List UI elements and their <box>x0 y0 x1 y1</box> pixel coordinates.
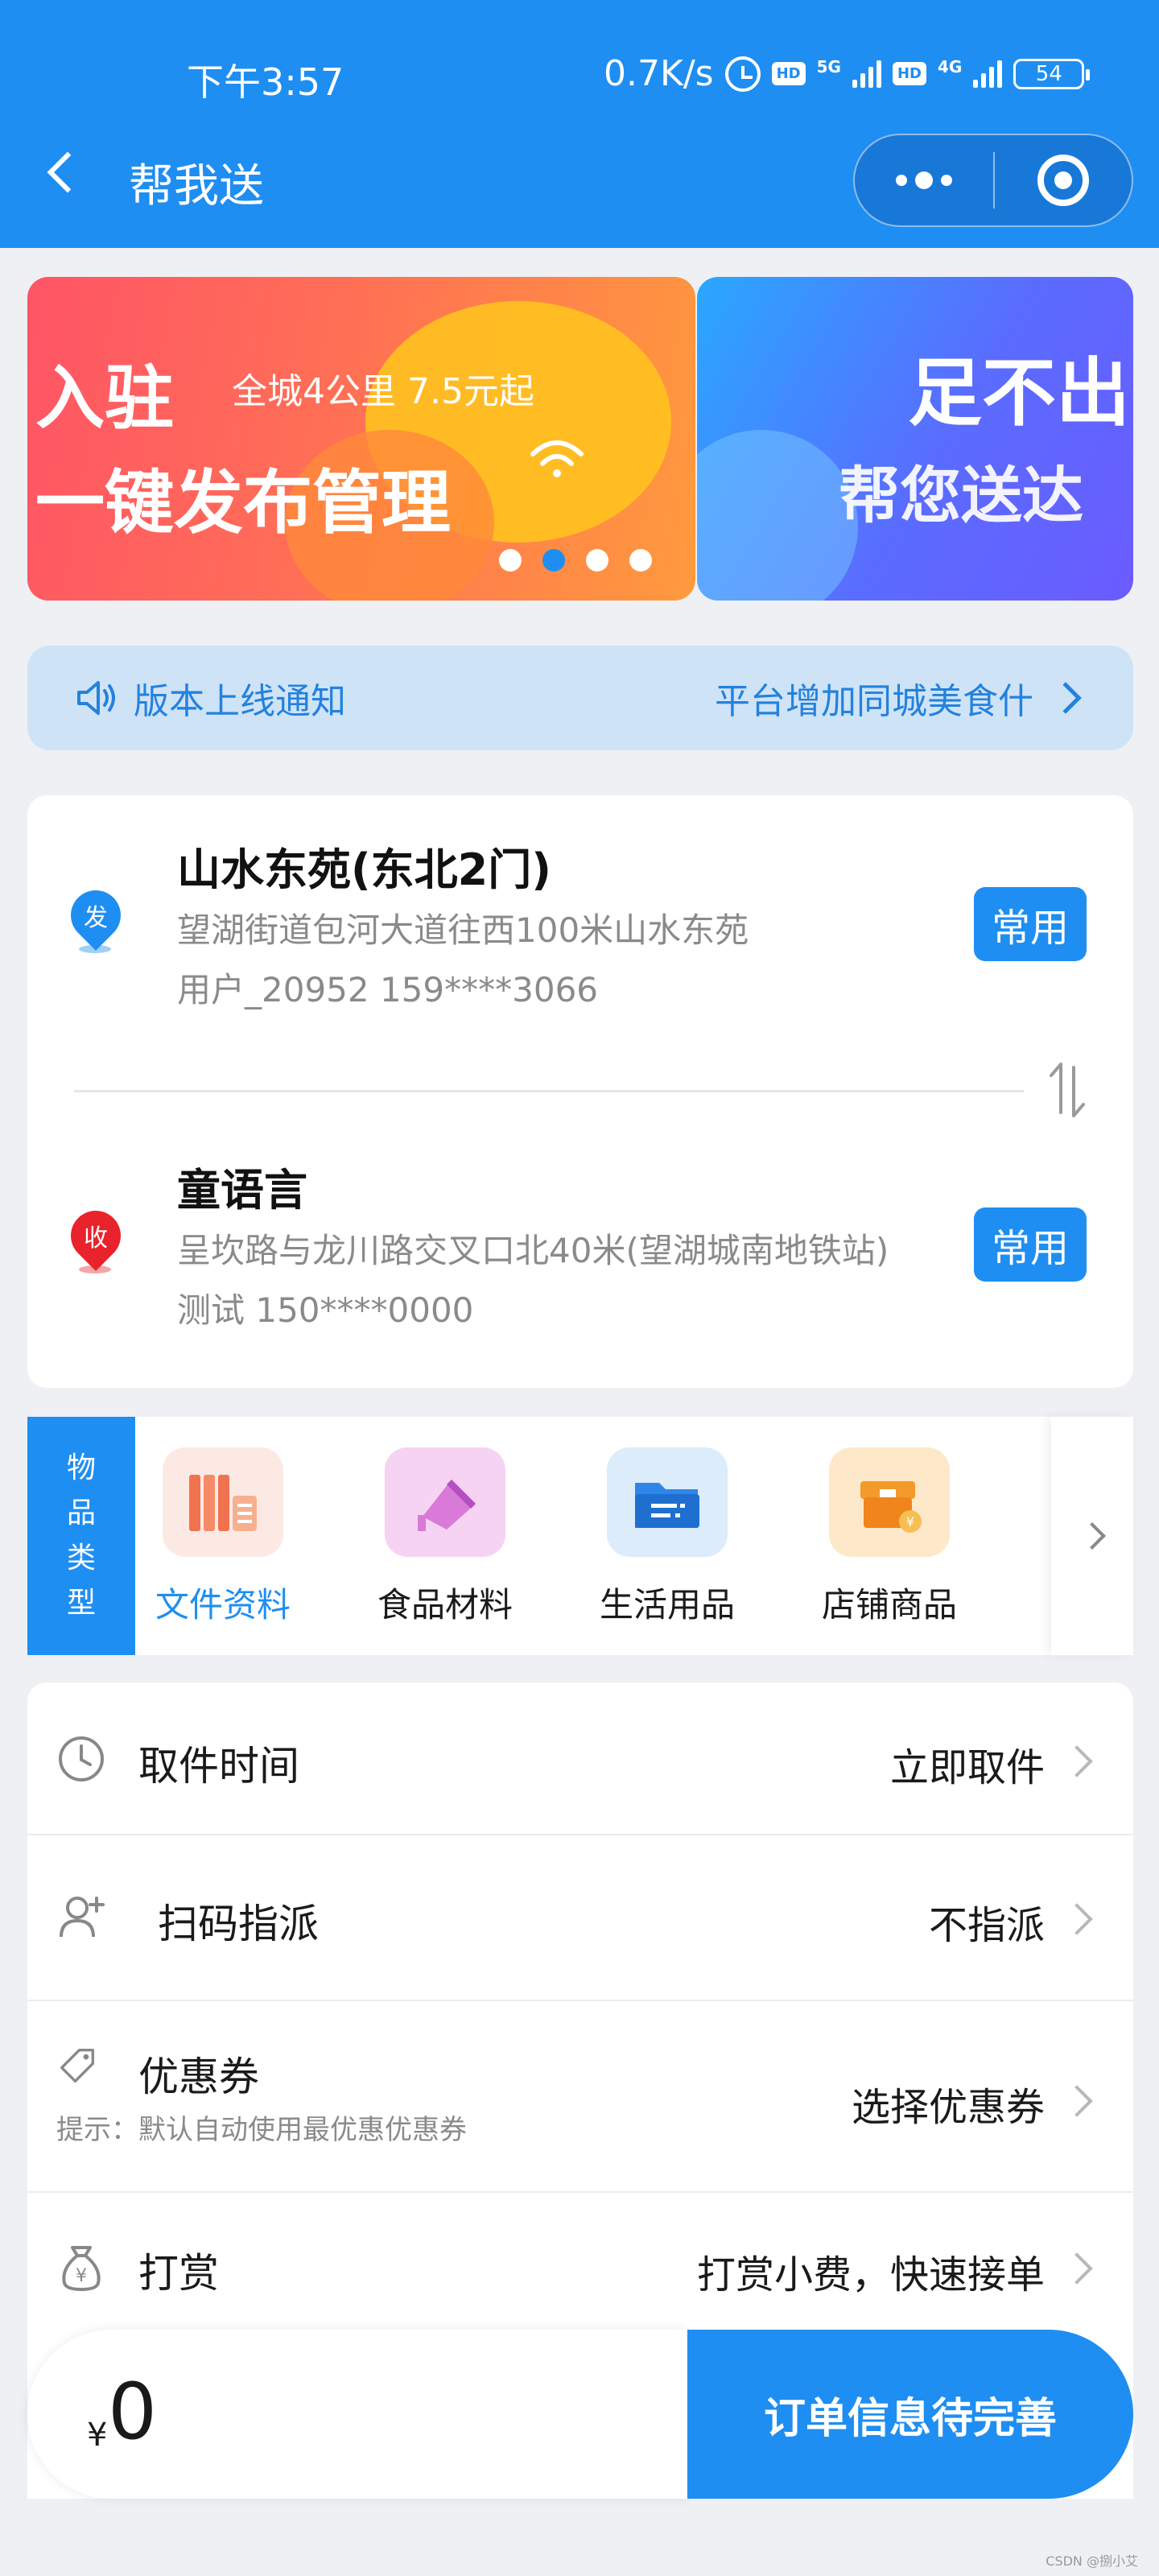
receiver-pin-icon: 收 <box>60 1200 131 1280</box>
back-icon[interactable] <box>47 151 89 193</box>
watermark: CSDN @捌小艾 <box>1046 2553 1138 2569</box>
category-label: 生活用品 <box>600 1585 736 1624</box>
network-type-5g: 5G <box>816 56 841 76</box>
signal-icon <box>852 60 881 88</box>
total-price: 0 <box>108 2367 158 2457</box>
banner-subtitle: 全城4公里 7.5元起 <box>232 371 534 412</box>
tip-value: 打赏小费，快速接单 <box>696 2252 1045 2297</box>
carousel-dot[interactable] <box>629 549 652 572</box>
currency-symbol: ¥ <box>87 2417 108 2454</box>
assign-label: 扫码指派 <box>158 1901 319 1947</box>
divider <box>74 1090 1024 1092</box>
coupon-hint: 提示：默认自动使用最优惠优惠券 <box>56 2114 467 2146</box>
chevron-right-icon <box>1061 2085 1093 2117</box>
category-item-documents[interactable]: 文件资料 <box>155 1447 291 1627</box>
banner-slide-next[interactable]: 足不出 帮您送达 <box>697 277 1133 601</box>
category-label: 店铺商品 <box>822 1585 958 1624</box>
pickup-time-label: 取件时间 <box>138 1743 299 1790</box>
banner-headline: 一键发布管理 <box>35 463 451 543</box>
shop-box-icon: ¥ <box>829 1447 950 1557</box>
pickup-time-row[interactable]: 取件时间 立即取件 <box>27 1682 1133 1835</box>
carousel-dots <box>499 549 652 572</box>
banner-headline: 帮您送达 <box>839 460 1083 531</box>
notice-bar[interactable]: 版本上线通知 平台增加同城美食什 <box>27 646 1133 750</box>
receiver-contact: 测试 150****0000 <box>177 1290 474 1330</box>
banner-title: 足不出 <box>908 350 1131 436</box>
banner-title: 入驻 <box>35 358 174 439</box>
svg-text:¥: ¥ <box>906 1514 914 1530</box>
category-item-food[interactable]: 食品材料 <box>377 1447 513 1627</box>
coupon-row[interactable]: 优惠券 提示：默认自动使用最优惠优惠券 选择优惠券 <box>27 2001 1133 2193</box>
receiver-name: 童语言 <box>177 1165 307 1216</box>
page-title: 帮我送 <box>129 160 264 213</box>
hd-icon: HD <box>892 62 926 85</box>
more-menu-button[interactable] <box>855 135 993 225</box>
books-icon <box>163 1447 283 1557</box>
coupon-label: 优惠券 <box>138 2054 259 2100</box>
sender-contact: 用户_20952 159****3066 <box>177 970 599 1009</box>
chevron-right-icon <box>1079 1522 1106 1550</box>
tip-row[interactable]: ¥ 打赏 打赏小费，快速接单 <box>27 2193 1133 2347</box>
notice-text-secondary: 平台增加同城美食什 <box>715 681 1033 722</box>
category-item-shop[interactable]: ¥ 店铺商品 <box>822 1447 957 1627</box>
tip-label: 打赏 <box>138 2250 219 2297</box>
receiver-common-address-button[interactable]: 常用 <box>974 1208 1087 1282</box>
speaker-icon <box>77 681 115 715</box>
hd-icon: HD <box>771 62 806 85</box>
category-item-daily[interactable]: 生活用品 <box>600 1447 735 1627</box>
chevron-right-icon <box>1050 682 1082 714</box>
swap-icon[interactable] <box>1043 1058 1091 1122</box>
order-options: 取件时间 立即取件 扫码指派 不指派 优惠券 提示：默认自动使用最优惠优惠券 选… <box>27 1682 1133 2347</box>
header-bar: 下午3:57 0.7K/s HD 5G HD 4G 54 帮我送 <box>0 0 1159 248</box>
banner-decoration <box>697 430 858 601</box>
coupon-value: 选择优惠券 <box>851 2085 1045 2130</box>
receiver-address[interactable]: 收 童语言 呈坎路与龙川路交叉口北40米(望湖城南地铁站) 测试 150****… <box>27 1146 1133 1340</box>
carousel-dot[interactable] <box>499 549 522 572</box>
sender-pin-icon: 发 <box>60 880 131 960</box>
item-category-label: 物 品 类 型 <box>27 1417 135 1655</box>
carousel-dot[interactable] <box>586 549 608 572</box>
add-user-icon <box>60 1897 105 1938</box>
assign-row[interactable]: 扫码指派 不指派 <box>27 1835 1133 2001</box>
mini-program-capsule <box>853 134 1133 227</box>
cake-icon <box>385 1447 505 1557</box>
notice-text-primary: 版本上线通知 <box>134 681 346 722</box>
sender-name: 山水东苑(东北2门) <box>177 844 551 895</box>
target-icon <box>1037 155 1089 206</box>
signal-icon <box>973 60 1003 88</box>
category-label: 食品材料 <box>377 1585 514 1624</box>
item-category-section: 物 品 类 型 文件资料 食品材料 生活用品 ¥ 店铺商品 <box>27 1417 1133 1655</box>
price-summary: ¥ 0 <box>27 2330 687 2499</box>
folder-icon <box>607 1447 728 1557</box>
tag-icon <box>60 2049 94 2083</box>
svg-text:¥: ¥ <box>76 2266 87 2286</box>
money-bag-icon: ¥ <box>62 2246 101 2292</box>
close-mini-program-button[interactable] <box>995 135 1132 225</box>
chevron-right-icon <box>1061 1745 1093 1777</box>
category-label: 文件资料 <box>155 1585 291 1624</box>
wifi-icon <box>530 440 584 477</box>
battery-icon: 54 <box>1013 58 1091 89</box>
network-type-4g: 4G <box>937 56 963 76</box>
status-icons: 0.7K/s HD 5G HD 4G 54 <box>604 53 1091 94</box>
status-time: 下午3:57 <box>187 60 344 104</box>
network-speed: 0.7K/s <box>604 53 714 94</box>
sender-address[interactable]: 发 山水东苑(东北2门) 望湖街道包河大道往西100米山水东苑 用户_20952… <box>27 826 1133 1019</box>
clock-icon <box>59 1736 104 1781</box>
sender-address-detail: 望湖街道包河大道往西100米山水东苑 <box>177 910 749 950</box>
address-card: 发 山水东苑(东北2门) 望湖街道包河大道往西100米山水东苑 用户_20952… <box>27 795 1133 1388</box>
alarm-icon <box>724 56 761 92</box>
chevron-right-icon <box>1061 1903 1093 1935</box>
assign-value: 不指派 <box>928 1903 1045 1948</box>
pickup-time-value: 立即取件 <box>889 1745 1045 1790</box>
submit-order-button[interactable]: 订单信息待完善 <box>687 2330 1133 2499</box>
category-list: 文件资料 食品材料 生活用品 ¥ 店铺商品 <box>155 1447 957 1627</box>
receiver-address-detail: 呈坎路与龙川路交叉口北40米(望湖城南地铁站) <box>177 1231 889 1270</box>
sender-common-address-button[interactable]: 常用 <box>974 887 1087 961</box>
bottom-bar: ¥ 0 订单信息待完善 <box>27 2330 1133 2499</box>
category-scroll-button[interactable] <box>1051 1417 1133 1655</box>
carousel-dot-active[interactable] <box>542 549 565 572</box>
chevron-right-icon <box>1061 2252 1093 2285</box>
banner-slide[interactable]: 入驻 全城4公里 7.5元起 一键发布管理 <box>27 277 695 601</box>
